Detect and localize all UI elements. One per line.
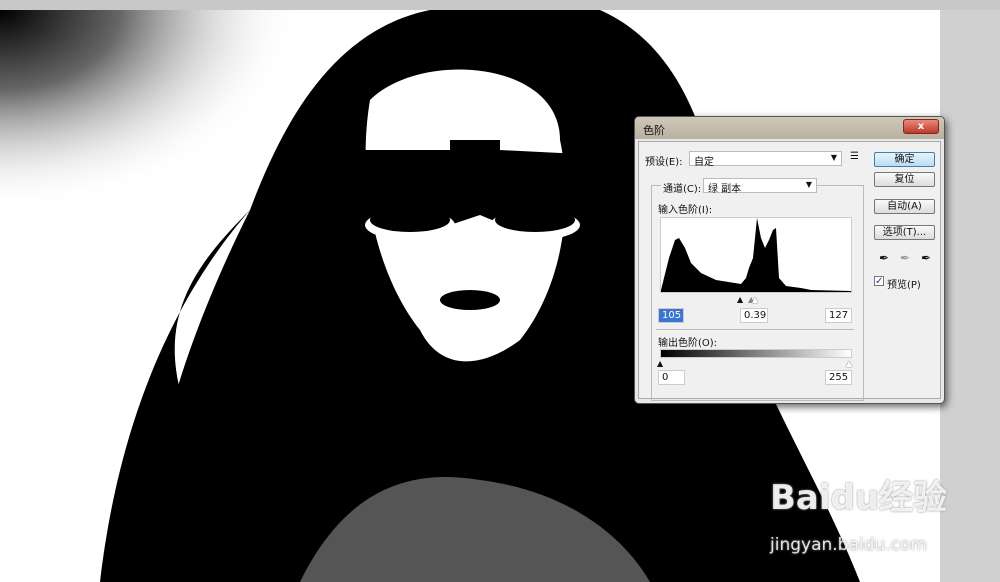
white-output-slider[interactable]: ▲ — [846, 360, 852, 368]
input-gamma-field[interactable]: 0.39 — [740, 308, 768, 323]
preset-value: 自定 — [694, 157, 714, 168]
channel-select[interactable]: 绿 副本 ▼ — [703, 178, 817, 195]
white-eyedropper-icon[interactable]: ✒ — [921, 251, 931, 265]
output-black-field[interactable]: 0 — [658, 370, 685, 385]
preset-menu-icon[interactable]: ☰ — [850, 151, 859, 162]
channel-value: 绿 副本 — [708, 184, 742, 195]
black-output-slider[interactable]: ▲ — [657, 360, 663, 368]
levels-dialog: 色阶 x 预设(E): 自定 ▼ ☰ 通道(C): 绿 副本 ▼ 输入色阶(I): … — [634, 116, 945, 404]
close-button[interactable]: x — [903, 119, 939, 134]
chevron-down-icon: ▼ — [830, 153, 837, 162]
preset-label: 预设(E): — [645, 157, 683, 168]
output-white-field[interactable]: 255 — [825, 370, 852, 385]
divider — [656, 329, 854, 330]
output-levels-label: 输出色阶(O): — [658, 338, 718, 349]
reset-button[interactable]: 复位 — [874, 172, 935, 187]
options-button[interactable]: 选项(T)... — [874, 225, 935, 240]
input-black-field[interactable]: 105 — [658, 308, 684, 323]
input-levels-label: 输入色阶(I): — [658, 205, 713, 216]
gray-eyedropper-icon[interactable]: ✒ — [900, 251, 910, 265]
ok-button[interactable]: 确定 — [874, 152, 935, 167]
channel-label: 通道(C): — [661, 180, 704, 195]
output-gradient — [660, 349, 852, 358]
preset-select[interactable]: 自定 ▼ — [689, 151, 842, 168]
preview-checkbox[interactable]: ✓ — [874, 276, 884, 287]
canvas-background — [940, 10, 1000, 582]
auto-button[interactable]: 自动(A) — [874, 199, 935, 214]
watermark-logo: Baidu经验 — [770, 478, 948, 518]
histogram — [660, 217, 852, 293]
preview-label: 预览(P) — [887, 280, 921, 291]
dialog-title: 色阶 — [643, 124, 665, 137]
white-input-slider[interactable]: ▲ — [752, 296, 758, 304]
dialog-titlebar[interactable]: 色阶 x — [635, 117, 944, 139]
chevron-down-icon: ▼ — [805, 180, 812, 189]
input-white-field[interactable]: 127 — [825, 308, 852, 323]
watermark-url: jingyan.baidu.com — [770, 535, 927, 555]
black-eyedropper-icon[interactable]: ✒ — [879, 251, 889, 265]
black-input-slider[interactable]: ▲ — [737, 296, 743, 304]
